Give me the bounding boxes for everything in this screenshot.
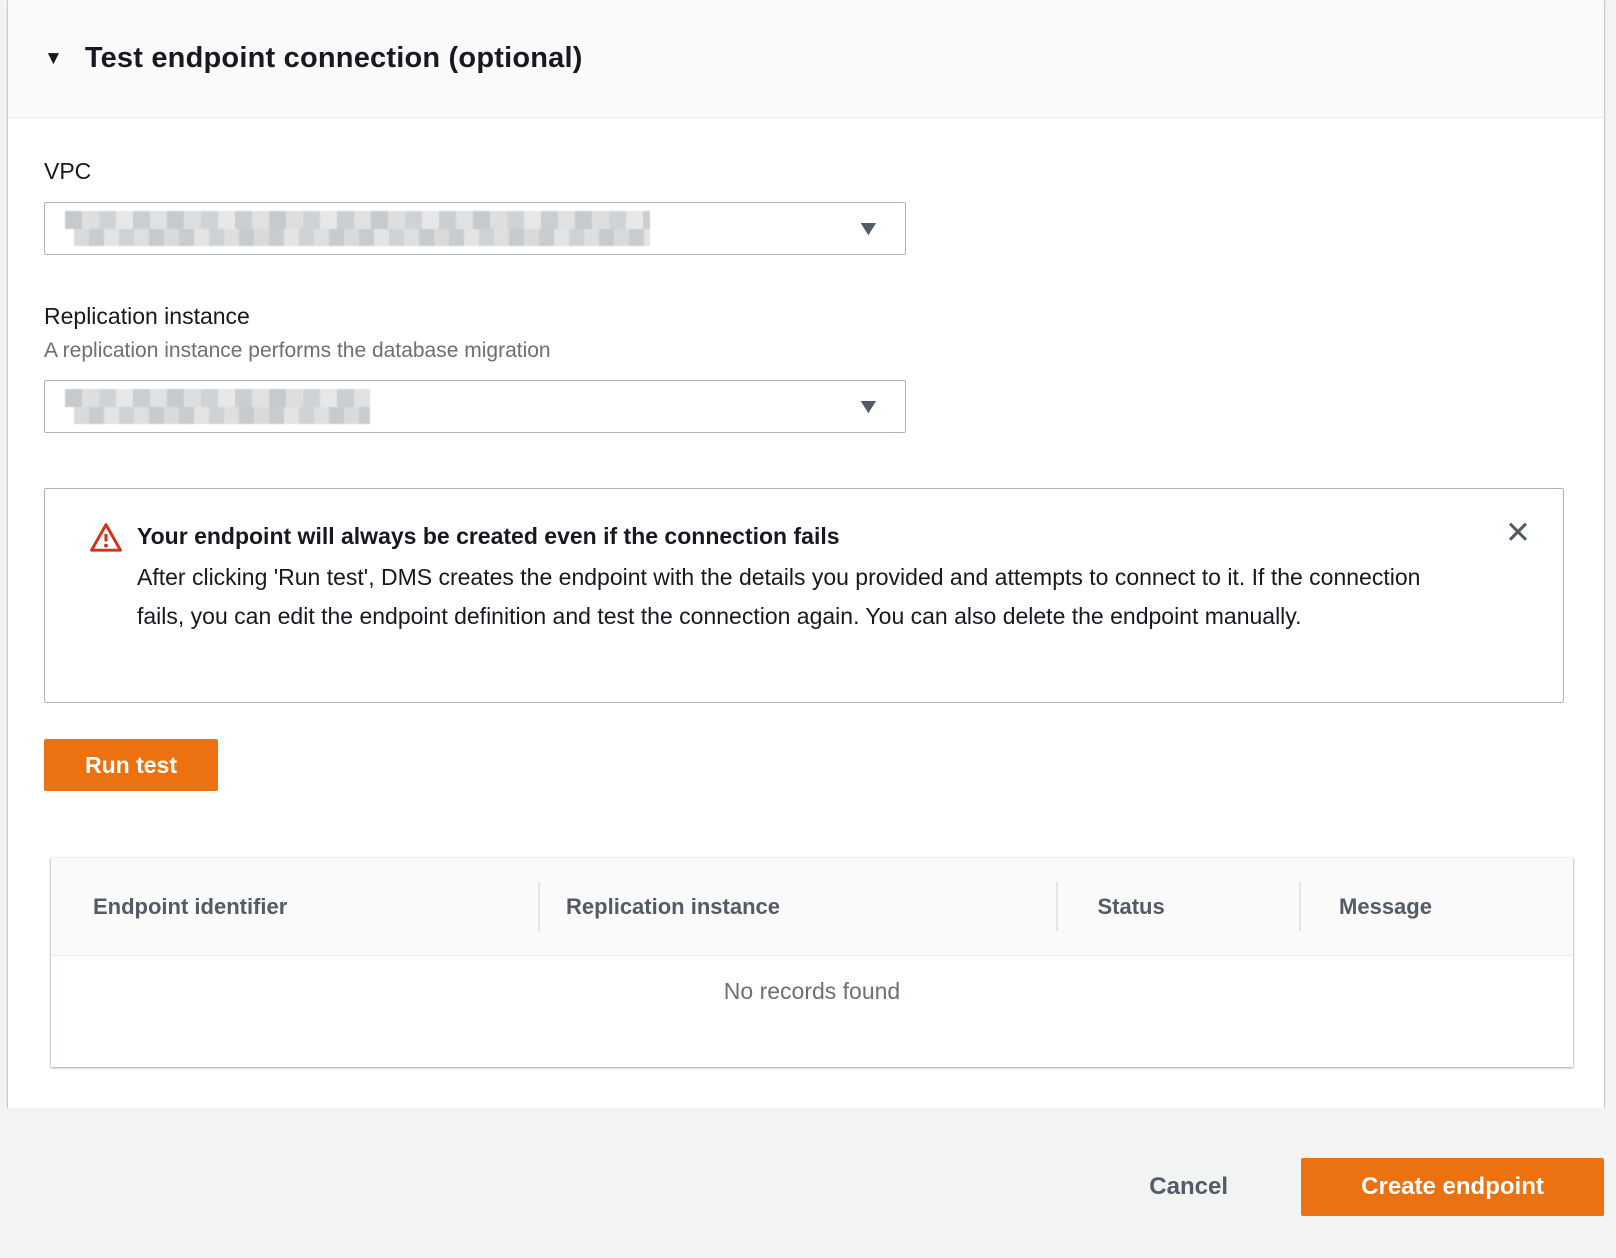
- wizard-footer: Cancel Create endpoint: [0, 1108, 1616, 1258]
- warning-body: After clicking 'Run test', DMS creates t…: [137, 558, 1437, 635]
- column-header-label: Replication instance: [566, 894, 780, 920]
- section-title: Test endpoint connection (optional): [85, 42, 583, 75]
- replication-instance-select[interactable]: ▼: [44, 380, 906, 433]
- test-endpoint-panel: ▼ Test endpoint connection (optional) VP…: [8, 0, 1604, 1108]
- table-header-row: Endpoint identifier Replication instance…: [51, 858, 1573, 956]
- vpc-selected-value-redacted: [65, 211, 650, 247]
- empty-state-message: No records found: [51, 978, 1573, 1005]
- section-content: VPC ▼ Replication instance A replication…: [8, 158, 1604, 1067]
- collapse-triangle-icon: ▼: [44, 49, 63, 68]
- close-icon[interactable]: ✕: [1501, 513, 1535, 552]
- chevron-down-icon: ▼: [856, 218, 882, 239]
- column-header-replication-instance: Replication instance: [538, 858, 1055, 955]
- replication-instance-description: A replication instance performs the data…: [44, 339, 1564, 363]
- column-header-label: Status: [1098, 894, 1165, 920]
- section-header-toggle[interactable]: ▼ Test endpoint connection (optional): [8, 0, 1604, 118]
- column-divider: [1299, 882, 1301, 931]
- replication-instance-field: Replication instance A replication insta…: [44, 303, 1564, 433]
- warning-title: Your endpoint will always be created eve…: [137, 519, 1437, 553]
- column-header-endpoint-identifier: Endpoint identifier: [51, 858, 538, 955]
- column-header-status: Status: [1056, 858, 1300, 955]
- replication-instance-selected-value-redacted: [65, 389, 370, 425]
- cancel-button[interactable]: Cancel: [1149, 1173, 1228, 1201]
- column-divider: [538, 882, 540, 931]
- test-results-table: Endpoint identifier Replication instance…: [51, 858, 1573, 1067]
- column-header-message: Message: [1299, 858, 1573, 955]
- vpc-select[interactable]: ▼: [44, 202, 906, 255]
- replication-instance-label: Replication instance: [44, 303, 1564, 330]
- warning-text: Your endpoint will always be created eve…: [137, 519, 1437, 635]
- warning-alert: Your endpoint will always be created eve…: [44, 488, 1564, 703]
- run-test-button[interactable]: Run test: [44, 739, 218, 791]
- chevron-down-icon: ▼: [856, 396, 882, 417]
- vpc-label: VPC: [44, 158, 1564, 185]
- column-divider: [1056, 882, 1058, 931]
- vpc-field: VPC ▼: [44, 158, 1564, 255]
- column-header-label: Endpoint identifier: [93, 894, 287, 920]
- warning-icon: [89, 521, 123, 560]
- create-endpoint-button[interactable]: Create endpoint: [1301, 1158, 1604, 1216]
- table-body: No records found: [51, 956, 1573, 1067]
- column-header-label: Message: [1339, 894, 1432, 920]
